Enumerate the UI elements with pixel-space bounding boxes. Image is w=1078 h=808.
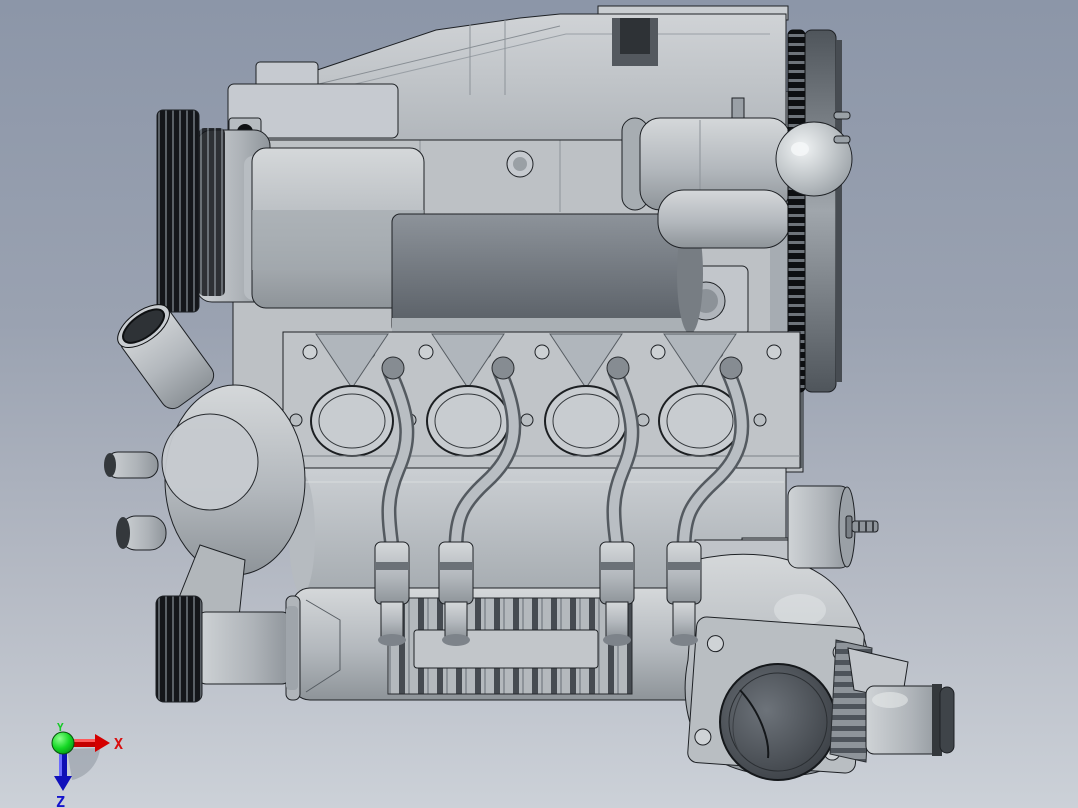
starter-solenoid[interactable] — [657, 189, 791, 249]
y-axis: Y — [51, 721, 75, 755]
orientation-triad: X Z Y — [51, 721, 123, 808]
hose-barb — [845, 515, 879, 539]
coolant-outlet[interactable] — [865, 684, 955, 756]
triad-shadow — [67, 748, 100, 780]
engine-model[interactable] — [0, 0, 1078, 808]
intake-elbow[interactable] — [684, 537, 955, 781]
cad-viewport[interactable]: X Z Y — [0, 0, 1078, 808]
hose-fittings[interactable] — [104, 451, 167, 551]
cylinder-head[interactable] — [282, 331, 801, 469]
throttle-bore — [719, 663, 837, 781]
x-axis-label: X — [114, 735, 123, 753]
supercharger-drive-shaft[interactable] — [197, 606, 298, 690]
z-axis-label: Z — [56, 793, 65, 808]
accessory-ribbed-pulley[interactable] — [156, 109, 225, 313]
origin-ball — [51, 731, 75, 755]
vacuum-canister[interactable] — [787, 485, 879, 569]
crank-pulley[interactable] — [155, 595, 203, 703]
